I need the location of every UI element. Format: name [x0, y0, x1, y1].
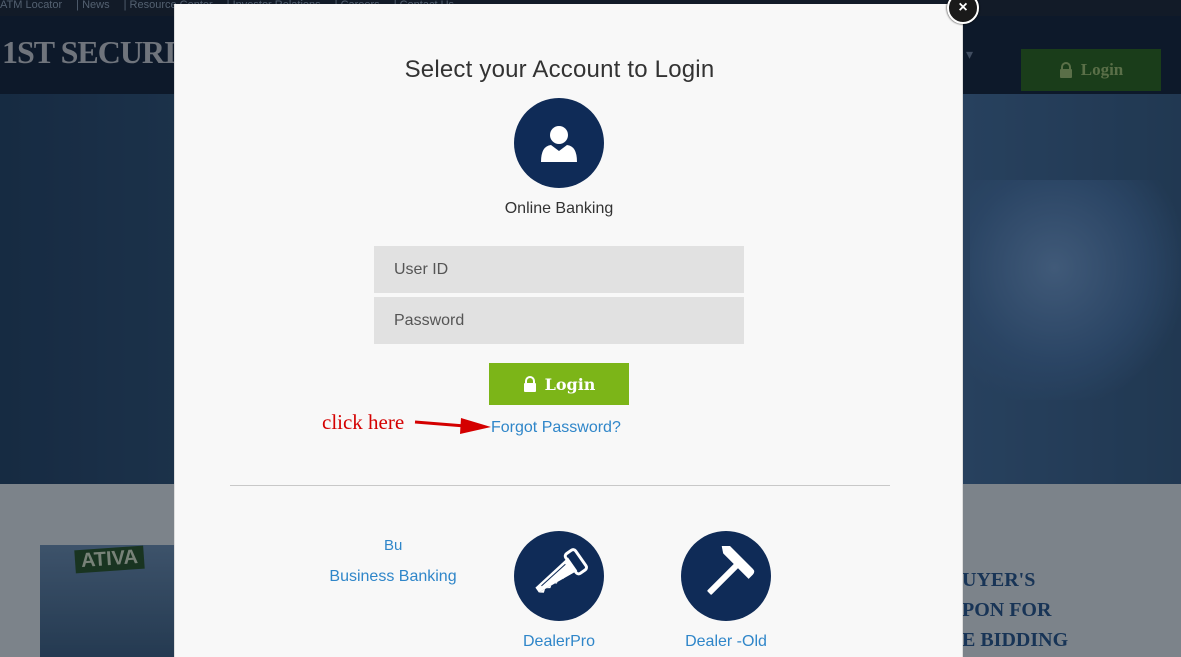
user-id-field[interactable]: [374, 246, 744, 293]
dealer-old-button[interactable]: [681, 531, 771, 621]
online-banking-button[interactable]: [514, 98, 604, 188]
annotation-text: click here: [322, 410, 405, 434]
modal-title: Select your Account to Login: [404, 56, 715, 83]
section-divider: [230, 485, 890, 486]
login-modal: Select your Account to Login Online Bank…: [174, 4, 963, 657]
password-field[interactable]: [374, 297, 744, 344]
dealer-old-label[interactable]: Dealer -Old: [626, 633, 826, 651]
business-banking-image[interactable]: Bu: [384, 537, 402, 554]
user-icon: [541, 126, 577, 162]
forgot-password-link[interactable]: Forgot Password?: [491, 419, 621, 437]
annotation-arrow-icon: [414, 418, 491, 434]
business-banking-link[interactable]: Business Banking: [293, 568, 493, 586]
online-banking-label: Online Banking: [504, 200, 614, 217]
hammer-icon: [707, 546, 755, 595]
dealerpro-button[interactable]: [514, 531, 604, 621]
saw-icon: [535, 548, 588, 593]
lock-icon: [523, 376, 536, 392]
login-button[interactable]: Login: [489, 363, 629, 405]
login-button-label: Login: [544, 374, 596, 394]
